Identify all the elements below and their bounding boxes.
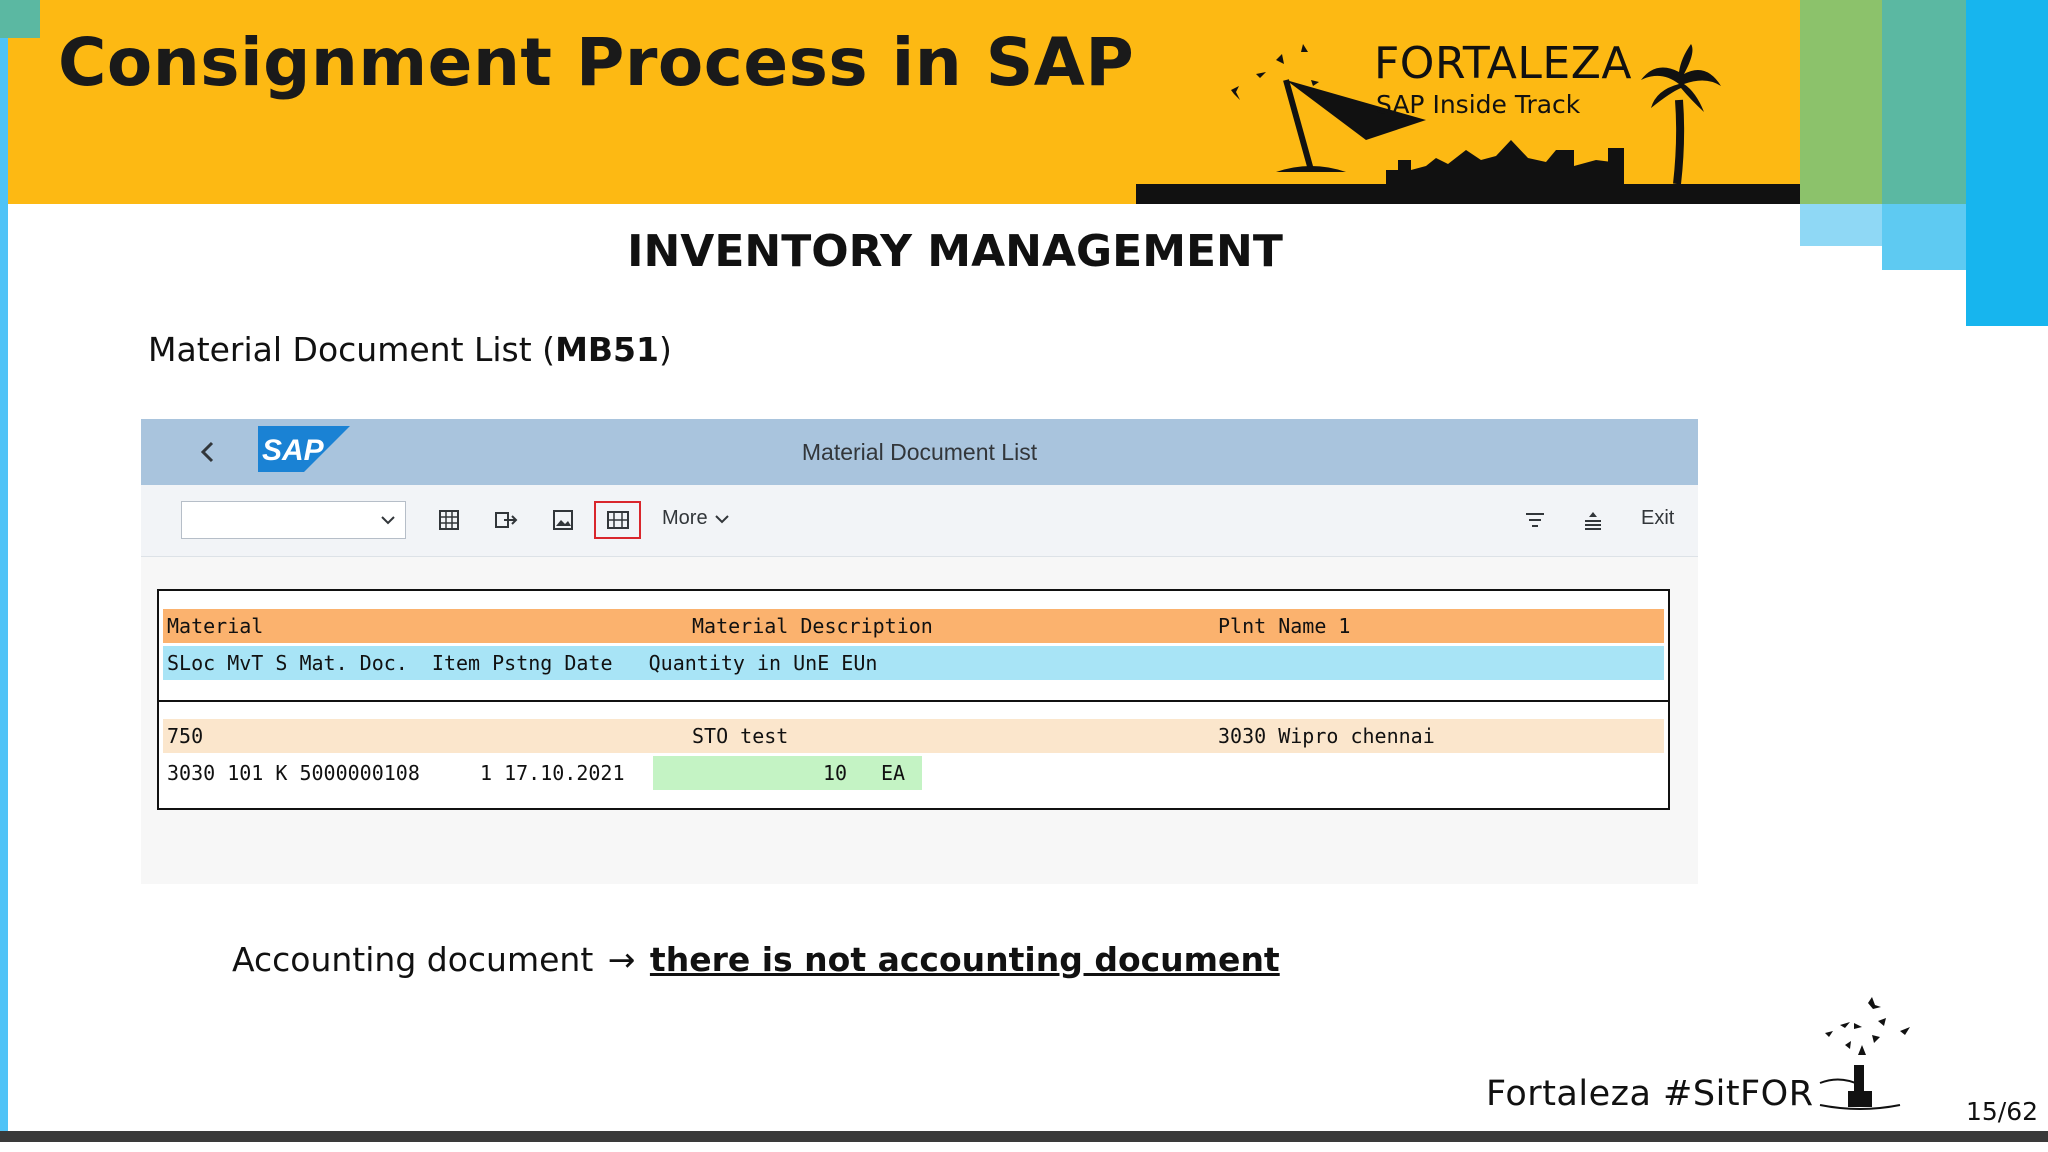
deco-block-blue — [1966, 0, 2048, 326]
footer-hashtag: Fortaleza #SitFOR — [1486, 1074, 1814, 1114]
chevron-down-icon — [714, 514, 729, 523]
col-plant-header: Plnt Name 1 — [1218, 614, 1351, 638]
cell-quantity: 10 — [823, 761, 848, 785]
doc-label-suffix: ) — [658, 330, 672, 369]
cell-description: STO test — [692, 724, 789, 748]
col-description-header: Material Description — [692, 614, 933, 638]
corner-square — [0, 0, 40, 38]
list-data-row-2[interactable]: 3030 101 K 5000000108 1 17.10.2021 10 EA — [163, 756, 1664, 790]
sort-icon[interactable] — [1576, 503, 1610, 537]
image-icon[interactable] — [546, 503, 580, 537]
list-separator — [159, 700, 1668, 702]
chevron-left-icon — [200, 441, 214, 463]
deco-block-green — [1800, 0, 1882, 204]
doc-label-prefix: Material Document List ( — [148, 330, 556, 369]
sap-window: Material Document List SAP More Exit Mat… — [141, 419, 1698, 884]
transaction-code: MB51 — [555, 330, 659, 369]
banner-title: FORTALEZA — [1374, 38, 1632, 89]
more-button[interactable]: More — [662, 507, 730, 530]
transfer-icon[interactable] — [489, 503, 523, 537]
section-heading: INVENTORY MANAGEMENT — [627, 226, 1283, 277]
bottom-bar — [0, 1131, 2048, 1142]
cell-item-date: 1 17.10.2021 — [480, 761, 625, 785]
chevron-down-icon — [381, 516, 395, 525]
document-list-label: Material Document List (MB51) — [148, 330, 672, 369]
cell-plant: 3030 Wipro chennai — [1218, 724, 1435, 748]
banner-subtitle: SAP Inside Track — [1376, 90, 1581, 119]
variant-select[interactable] — [181, 501, 406, 539]
table-icon[interactable] — [432, 503, 466, 537]
slide-title: Consignment Process in SAP — [58, 24, 1135, 101]
layout-icon[interactable] — [594, 501, 641, 539]
header-row-2-text: SLoc MvT S Mat. Doc. Item Pstng Date Qua… — [167, 651, 878, 675]
window-title: Material Document List — [801, 439, 1038, 465]
left-accent-stripe — [0, 0, 8, 1135]
list-header-row-2: SLoc MvT S Mat. Doc. Item Pstng Date Qua… — [163, 646, 1664, 680]
filter-icon[interactable] — [1518, 503, 1552, 537]
sap-toolbar: More Exit — [141, 485, 1698, 557]
cell-unit: EA — [881, 761, 906, 785]
arrow-right-icon: → — [607, 940, 636, 979]
sap-titlebar: Material Document List SAP — [141, 419, 1698, 485]
list-data-row-1[interactable]: 750 STO test 3030 Wipro chennai — [163, 719, 1664, 753]
more-label: More — [662, 507, 708, 529]
accounting-document-line: Accounting document → there is not accou… — [232, 940, 1280, 979]
page-number: 15/62 — [1966, 1097, 2039, 1126]
exit-button[interactable]: Exit — [1641, 507, 1674, 530]
list-header-row-1: Material Material Description Plnt Name … — [163, 609, 1664, 643]
fortaleza-banner: FORTALEZA SAP Inside Track — [1136, 0, 1800, 204]
deco-block-teal — [1882, 0, 1966, 204]
cell-sloc-mvt-doc: 3030 101 K 5000000108 — [167, 761, 420, 785]
sap-logo-text: SAP — [262, 434, 325, 467]
col-material-header: Material — [167, 614, 264, 638]
banner-ground — [1136, 184, 1800, 204]
cell-material: 750 — [167, 724, 204, 748]
accounting-value: there is not accounting document — [649, 940, 1280, 979]
back-button[interactable] — [193, 435, 223, 469]
material-document-list: Material Material Description Plnt Name … — [157, 589, 1670, 810]
sap-logo: SAP — [258, 426, 350, 472]
accounting-label: Accounting document — [232, 940, 594, 979]
